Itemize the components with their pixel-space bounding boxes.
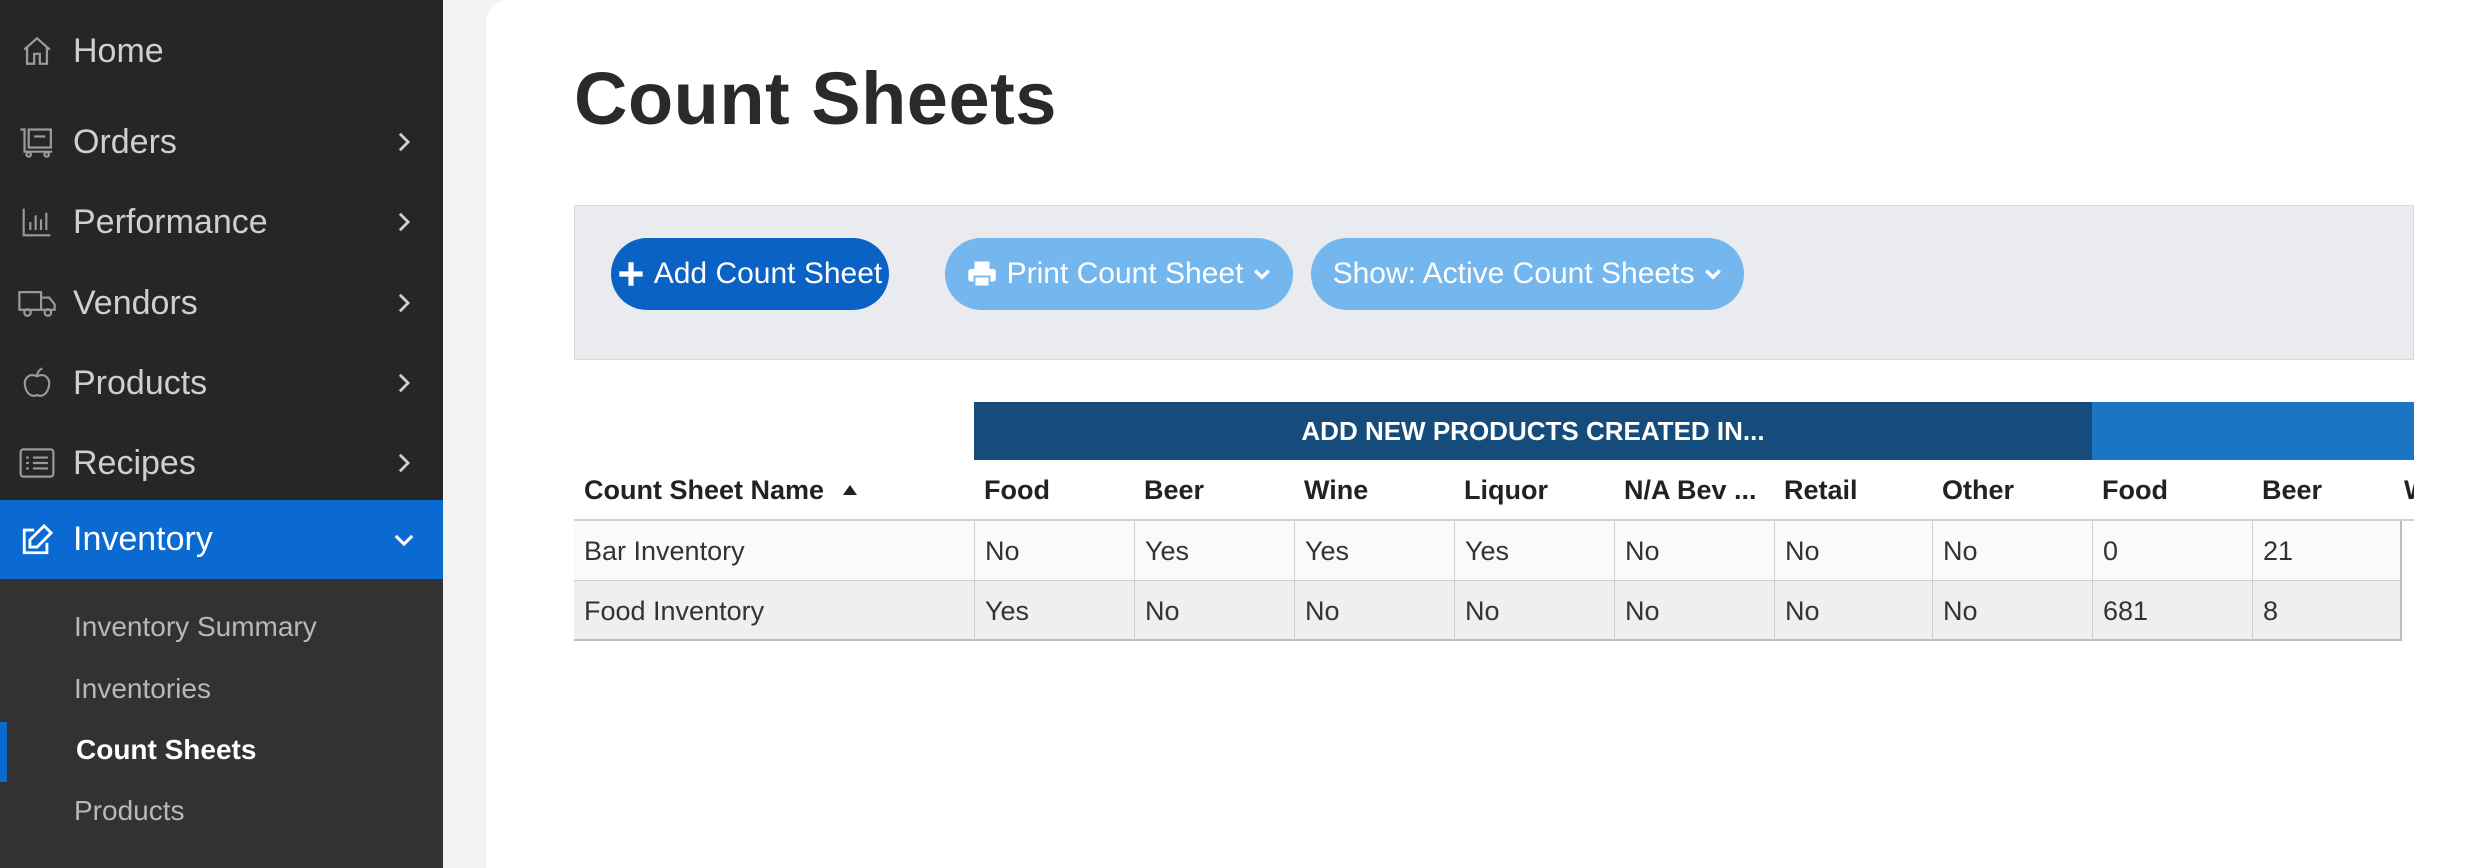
table-cell: 21 [2252, 521, 2400, 581]
chevron-right-icon [392, 130, 416, 154]
edit-icon [17, 520, 57, 560]
column-header-liquor[interactable]: Liquor [1454, 460, 1614, 520]
list-icon [17, 443, 57, 483]
apple-icon [17, 363, 57, 403]
sidebar: Home Orders Performance Vendors Products… [0, 0, 443, 868]
add-count-sheet-label: Add Count Sheet [653, 257, 883, 290]
chevron-down-icon [1705, 269, 1722, 280]
table-cell: Yes [1294, 521, 1454, 581]
sidebar-item-label: Orders [73, 122, 177, 161]
table-cell: No [1614, 521, 1774, 581]
table-cell: 681 [2092, 581, 2252, 641]
table-cell: No [1932, 521, 2092, 581]
page-title: Count Sheets [574, 57, 1057, 140]
chevron-right-icon [392, 451, 416, 475]
sidebar-item-label: Performance [73, 202, 268, 241]
table-cell: No [1454, 581, 1614, 641]
table-cell: No [1774, 521, 1932, 581]
toolbar: Add Count Sheet Print Count Sheet Show: … [574, 205, 2414, 360]
sort-ascending-icon [842, 484, 858, 496]
cell-count-sheet-name[interactable]: Bar Inventory [574, 521, 974, 581]
cell-count-sheet-name[interactable]: Food Inventory [574, 581, 974, 641]
subnav-item-inventories[interactable]: Inventories [74, 673, 211, 705]
row-right-border [2400, 521, 2402, 581]
sidebar-item-recipes[interactable]: Recipes [0, 424, 443, 502]
printer-icon [967, 261, 996, 288]
table-row[interactable]: Food Inventory Yes No No No No No No 681… [574, 581, 2402, 641]
table-cell: No [1932, 581, 2092, 641]
column-header-na-bev[interactable]: N/A Bev ... [1614, 460, 1774, 520]
sidebar-item-label: Vendors [73, 283, 198, 322]
sidebar-item-products[interactable]: Products [0, 344, 443, 422]
chevron-down-icon [1254, 269, 1271, 280]
group-header-secondary [2092, 402, 2414, 460]
table-cell: Yes [1454, 521, 1614, 581]
chevron-right-icon [392, 210, 416, 234]
table-row[interactable]: Bar Inventory No Yes Yes Yes No No No 0 … [574, 521, 2402, 581]
show-filter-button[interactable]: Show: Active Count Sheets [1311, 238, 1744, 310]
table-cell: No [1294, 581, 1454, 641]
bar-chart-icon [17, 202, 57, 242]
table-cell: Yes [1134, 521, 1294, 581]
column-header-other[interactable]: Other [1932, 460, 2092, 520]
table-cell: No [1134, 581, 1294, 641]
table-cell: Yes [974, 581, 1134, 641]
print-count-sheet-label: Print Count Sheet [1006, 257, 1244, 290]
subnav-item-products[interactable]: Products [74, 795, 185, 827]
table-cell: No [974, 521, 1134, 581]
show-filter-label: Show: Active Count Sheets [1332, 257, 1695, 290]
subnav-item-inventory-summary[interactable]: Inventory Summary [74, 611, 317, 643]
group-header-add-new-products: ADD NEW PRODUCTS CREATED IN... [974, 402, 2092, 460]
active-indicator [0, 722, 7, 782]
table-cell: 8 [2252, 581, 2400, 641]
column-header-food-2[interactable]: Food [2092, 460, 2252, 520]
print-count-sheet-button[interactable]: Print Count Sheet [945, 238, 1293, 310]
orders-icon [17, 122, 57, 162]
count-sheets-table: ADD NEW PRODUCTS CREATED IN... Count She… [574, 402, 2414, 642]
add-count-sheet-button[interactable]: Add Count Sheet [611, 238, 889, 310]
sidebar-item-performance[interactable]: Performance [0, 183, 443, 261]
chevron-down-icon [392, 528, 416, 552]
row-right-border [2400, 581, 2402, 641]
sidebar-item-home[interactable]: Home [0, 12, 443, 90]
column-header-beer[interactable]: Beer [1134, 460, 1294, 520]
table-cell: 0 [2092, 521, 2252, 581]
sidebar-item-label: Recipes [73, 443, 196, 482]
column-header-label: Count Sheet Name [584, 474, 825, 505]
sidebar-item-orders[interactable]: Orders [0, 103, 443, 181]
chevron-right-icon [392, 291, 416, 315]
table-cell: No [1774, 581, 1932, 641]
column-header-food[interactable]: Food [974, 460, 1134, 520]
column-header-count-sheet-name[interactable]: Count Sheet Name [574, 460, 974, 520]
sidebar-item-label: Home [73, 31, 164, 70]
table-cell: No [1614, 581, 1774, 641]
truck-icon [17, 283, 57, 323]
home-icon [17, 31, 57, 71]
sidebar-item-inventory[interactable]: Inventory [0, 500, 443, 579]
sidebar-item-vendors[interactable]: Vendors [0, 264, 443, 342]
chevron-right-icon [392, 371, 416, 395]
main-panel: Count Sheets Add Count Sheet Print Count… [486, 0, 2476, 868]
subnav-item-count-sheets[interactable]: Count Sheets [76, 734, 256, 766]
plus-icon [619, 262, 643, 286]
column-header-retail[interactable]: Retail [1774, 460, 1934, 520]
column-header-beer-2[interactable]: Beer [2252, 460, 2402, 520]
column-header-wine-2[interactable]: W [2402, 460, 2414, 520]
sidebar-item-label: Products [73, 363, 208, 402]
sidebar-item-label: Inventory [73, 520, 213, 558]
column-header-wine[interactable]: Wine [1294, 460, 1454, 520]
